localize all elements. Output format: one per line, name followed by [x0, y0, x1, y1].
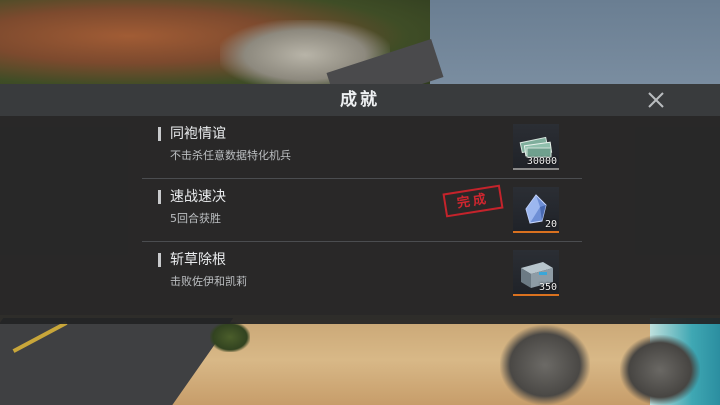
achievement-title: 斩草除根 — [170, 252, 226, 268]
reward-quantity: 30000 — [526, 156, 557, 167]
reward-quantity: 350 — [538, 282, 557, 293]
panel-header: 成就 — [0, 84, 720, 116]
close-icon — [648, 92, 664, 108]
achievement-row: 斩草除根 击败佐伊和凯莉 350 — [142, 242, 582, 304]
achievements-panel: 成就 同袍情谊 不击杀任意数据特化机兵 30000 速战速决 5回合获胜 完成 … — [0, 84, 720, 324]
close-button[interactable] — [642, 89, 670, 111]
reward-slot[interactable]: 20 — [513, 187, 559, 233]
achievement-row: 速战速决 5回合获胜 完成 20 — [142, 179, 582, 242]
rarity-strip — [513, 231, 559, 233]
beach-rock — [620, 335, 700, 405]
reward-slot[interactable]: 350 — [513, 250, 559, 296]
palm-tree — [210, 322, 250, 352]
achievement-description: 击败佐伊和凯莉 — [170, 275, 247, 288]
completed-stamp: 完成 — [442, 184, 504, 218]
title-accent-bar — [158, 253, 161, 267]
achievement-title: 同袍情谊 — [170, 126, 226, 142]
reward-slot[interactable]: 30000 — [513, 124, 559, 170]
achievement-description: 不击杀任意数据特化机兵 — [170, 149, 291, 162]
achievement-row: 同袍情谊 不击杀任意数据特化机兵 30000 — [142, 116, 582, 179]
achievement-title: 速战速决 — [170, 189, 226, 205]
panel-title: 成就 — [340, 90, 380, 110]
title-accent-bar — [158, 127, 161, 141]
achievement-list: 同袍情谊 不击杀任意数据特化机兵 30000 速战速决 5回合获胜 完成 20 … — [142, 116, 582, 304]
achievement-description: 5回合获胜 — [170, 212, 221, 225]
rarity-strip — [513, 168, 559, 170]
reward-quantity: 20 — [544, 219, 557, 230]
title-accent-bar — [158, 190, 161, 204]
rarity-strip — [513, 294, 559, 296]
beach-rock — [500, 325, 590, 405]
